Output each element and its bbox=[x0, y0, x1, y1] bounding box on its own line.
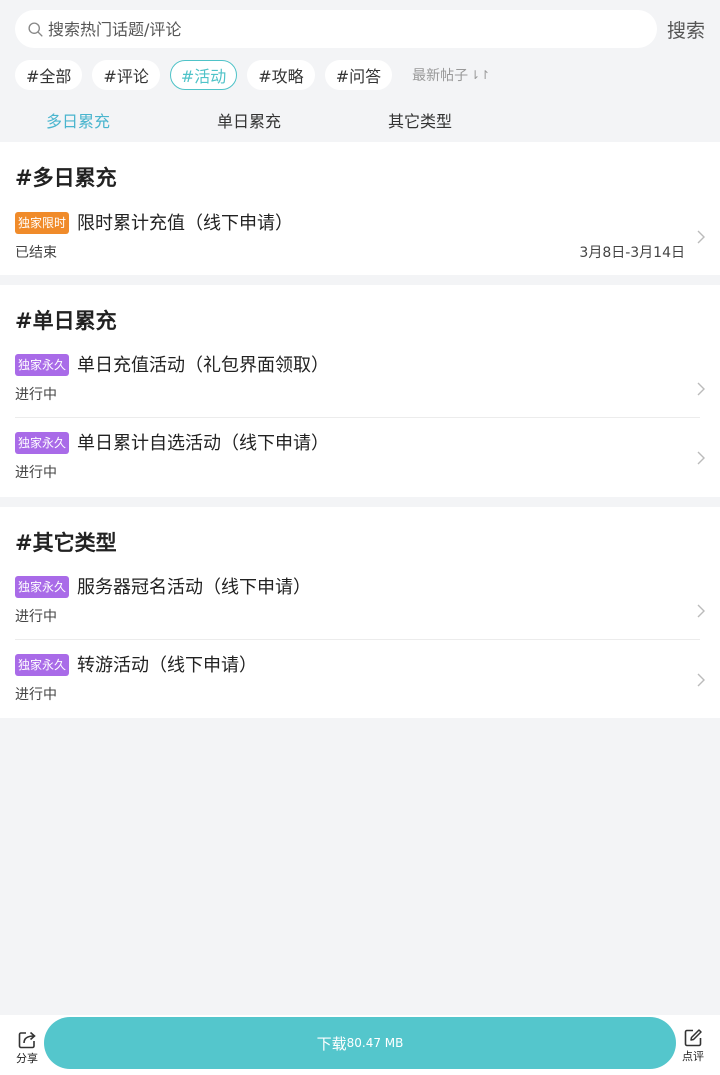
sort-label: 最新帖子 bbox=[412, 68, 469, 84]
section-multi-day: #多日累充 独家限时 限时累计充值（线下申请） 已结束 3月8日-3月14日 bbox=[0, 142, 720, 275]
tag-events[interactable]: #活动 bbox=[169, 60, 238, 90]
badge-limited: 独家限时 bbox=[15, 212, 70, 234]
tab-other-types[interactable]: 其它类型 bbox=[388, 108, 452, 132]
item-title: 转游活动（线下申请） bbox=[77, 655, 257, 676]
item-date: 3月8日-3月14日 bbox=[579, 245, 685, 261]
divider bbox=[15, 417, 700, 418]
chevron-right-icon bbox=[697, 604, 705, 618]
list-item[interactable]: 独家永久 单日充值活动（礼包界面领取） 进行中 bbox=[0, 354, 720, 409]
section-single-day: #单日累充 独家永久 单日充值活动（礼包界面领取） 进行中 独家永久 单日累计自… bbox=[0, 285, 720, 497]
tag-qa[interactable]: #问答 bbox=[324, 60, 393, 90]
chevron-right-icon bbox=[697, 673, 705, 687]
badge-permanent: 独家永久 bbox=[15, 354, 70, 376]
search-input[interactable] bbox=[48, 19, 608, 39]
header: 搜索 #全部 #评论 #活动 #攻略 #问答 最新帖子 ⇂↾ 多日累充 单日累充… bbox=[0, 0, 720, 142]
search-icon bbox=[28, 21, 43, 37]
edit-icon bbox=[684, 1029, 702, 1047]
section-title: #单日累充 bbox=[15, 309, 117, 333]
badge-permanent: 独家永久 bbox=[15, 654, 70, 676]
section-title: #其它类型 bbox=[15, 531, 117, 555]
tag-guides[interactable]: #攻略 bbox=[247, 60, 315, 90]
rate-button[interactable]: 点评 bbox=[678, 1027, 708, 1064]
badge-permanent: 独家永久 bbox=[15, 432, 70, 454]
divider bbox=[15, 639, 700, 640]
search-box[interactable] bbox=[15, 10, 657, 48]
search-row: 搜索 bbox=[15, 10, 715, 48]
list-item[interactable]: 独家永久 单日累计自选活动（线下申请） 进行中 bbox=[0, 432, 720, 487]
tag-all[interactable]: #全部 bbox=[15, 60, 83, 90]
item-status: 进行中 bbox=[15, 465, 57, 481]
item-status: 进行中 bbox=[15, 387, 57, 403]
bottom-bar: 分享 下载 80.47 MB 点评 bbox=[0, 1015, 720, 1075]
share-button[interactable]: 分享 bbox=[12, 1029, 42, 1066]
tag-filter-bar: #全部 #评论 #活动 #攻略 #问答 最新帖子 ⇂↾ bbox=[15, 59, 490, 91]
share-icon bbox=[18, 1031, 36, 1049]
section-title: #多日累充 bbox=[15, 166, 117, 190]
chevron-right-icon bbox=[697, 230, 705, 244]
badge-permanent: 独家永久 bbox=[15, 576, 70, 598]
sort-latest-posts[interactable]: 最新帖子 ⇂↾ bbox=[412, 65, 490, 85]
tab-single-day[interactable]: 单日累充 bbox=[217, 108, 281, 132]
item-title: 服务器冠名活动（线下申请） bbox=[77, 577, 311, 598]
chevron-right-icon bbox=[697, 451, 705, 465]
tab-multi-day[interactable]: 多日累充 bbox=[46, 108, 110, 132]
chevron-right-icon bbox=[697, 382, 705, 396]
list-item[interactable]: 独家永久 转游活动（线下申请） 进行中 bbox=[0, 654, 720, 709]
section-other-types: #其它类型 独家永久 服务器冠名活动（线下申请） 进行中 独家永久 转游活动（线… bbox=[0, 507, 720, 718]
item-status: 进行中 bbox=[15, 687, 57, 703]
item-title: 单日累计自选活动（线下申请） bbox=[77, 433, 329, 454]
item-title: 单日充值活动（礼包界面领取） bbox=[77, 355, 329, 376]
item-title: 限时累计充值（线下申请） bbox=[77, 213, 293, 234]
list-item[interactable]: 独家限时 限时累计充值（线下申请） 已结束 3月8日-3月14日 bbox=[0, 212, 720, 267]
sort-arrows-icon: ⇂↾ bbox=[470, 68, 491, 82]
tag-comments[interactable]: #评论 bbox=[92, 60, 160, 90]
item-status: 已结束 bbox=[15, 245, 57, 261]
download-button[interactable]: 下载 80.47 MB bbox=[44, 1017, 676, 1069]
search-button[interactable]: 搜索 bbox=[667, 16, 705, 43]
list-item[interactable]: 独家永久 服务器冠名活动（线下申请） 进行中 bbox=[0, 576, 720, 631]
download-size: 80.47 MB bbox=[346, 1036, 404, 1050]
rate-label: 点评 bbox=[682, 1050, 704, 1063]
share-label: 分享 bbox=[16, 1052, 38, 1065]
item-status: 进行中 bbox=[15, 609, 57, 625]
download-label: 下载 bbox=[316, 1034, 347, 1053]
category-tabs: 多日累充 单日累充 其它类型 bbox=[0, 108, 720, 134]
